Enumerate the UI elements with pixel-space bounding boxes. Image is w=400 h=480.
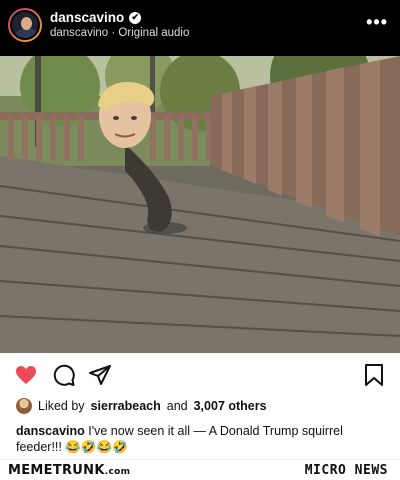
micro-news-label: MICRO NEWS [304,463,388,478]
avatar-photo [10,10,40,40]
post-header: danscavino ✔ danscavino · Original audio… [0,0,400,52]
likes-summary[interactable]: Liked by sierrabeach and 3,007 others [16,398,267,414]
username-row: danscavino ✔ [50,10,142,25]
post-media[interactable] [0,56,400,353]
comment-icon[interactable] [52,363,76,387]
action-bar [0,363,400,389]
share-icon[interactable] [88,363,112,387]
watermark-footer: MEMETRUNK.com MICRO NEWS [0,459,400,480]
more-options-icon[interactable]: ••• [366,12,388,33]
brand-watermark: MEMETRUNK.com [8,463,130,478]
profile-avatar[interactable] [8,8,42,42]
likes-prefix: Liked by [38,399,85,413]
bookmark-icon[interactable] [362,363,386,387]
liker-avatar [16,398,32,414]
brand-suffix: .com [104,467,131,477]
liker-username[interactable]: sierrabeach [91,399,161,413]
post-details: Liked by sierrabeach and 3,007 others da… [0,353,400,459]
likes-connector: and [166,399,188,413]
caption-username[interactable]: danscavino [16,424,85,438]
username[interactable]: danscavino [50,10,124,25]
heart-icon[interactable] [14,363,38,387]
verified-badge-icon: ✔ [129,11,142,24]
audio-subline[interactable]: danscavino · Original audio [50,27,189,39]
media-scene [0,56,400,353]
likes-count[interactable]: 3,007 others [194,399,267,413]
brand-name: MEMETRUNK [8,463,105,478]
post-caption: danscavino I've now seen it all — A Dona… [16,423,388,455]
